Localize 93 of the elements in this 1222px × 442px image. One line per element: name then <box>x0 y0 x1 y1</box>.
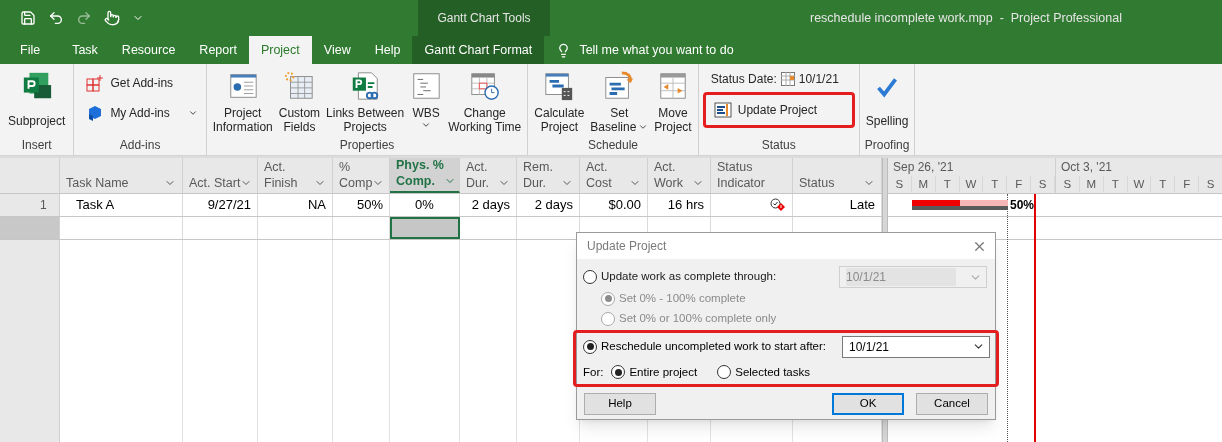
day-label: S <box>1199 176 1222 192</box>
scope-radio[interactable] <box>717 365 732 380</box>
row-number[interactable]: 1 <box>0 194 60 216</box>
day-label: S <box>1056 176 1080 192</box>
option-label: Set 0% - 100% complete <box>619 291 746 306</box>
ribbon-tab[interactable]: Project <box>248 36 312 64</box>
week-label: Oct 3, '21 <box>1060 159 1113 176</box>
day-label: T <box>935 176 960 192</box>
day-label: S <box>1031 176 1055 192</box>
ribbon-tab[interactable]: Gantt Chart Format <box>412 36 545 64</box>
scope-radio[interactable] <box>611 365 626 380</box>
ribbon-button[interactable]: Move Project <box>652 70 694 134</box>
day-label: T <box>1151 176 1176 192</box>
ribbon-button[interactable]: WBS <box>408 70 445 130</box>
date-dropdown[interactable]: 10/1/21 <box>842 335 990 358</box>
calendar-icon <box>780 72 795 86</box>
ribbon-button[interactable]: Change Working Time <box>446 70 524 134</box>
tell-me-field[interactable]: Tell me what you want to do <box>579 40 734 60</box>
group-label: Properties <box>338 137 396 154</box>
ribbon-button[interactable]: Update Project <box>702 92 855 128</box>
table-cell: 9/27/21 <box>183 194 258 216</box>
ribbon-button[interactable]: My Add-ins <box>82 100 202 126</box>
contextual-tab-group-label: Gantt Chart Tools <box>437 10 531 27</box>
day-label: M <box>1079 176 1104 192</box>
undo-icon[interactable] <box>48 10 64 26</box>
dialog-title: Update Project <box>587 238 667 255</box>
ribbon-tab[interactable]: View <box>311 36 363 64</box>
ribbon-button[interactable]: Subproject <box>6 70 68 128</box>
day-label: F <box>1007 176 1032 192</box>
active-cell[interactable] <box>390 217 460 239</box>
table-cell: $0.00 <box>580 194 648 216</box>
option-label: Set 0% or 100% complete only <box>619 311 777 327</box>
table-cell: 50% <box>333 194 390 216</box>
ribbon-button[interactable]: Project Information <box>210 70 275 134</box>
for-label: For: <box>583 364 604 380</box>
table-cell: 16 hrs <box>648 194 711 216</box>
day-label: W <box>959 176 984 192</box>
group-label: Proofing <box>863 137 911 154</box>
day-label: T <box>983 176 1008 192</box>
ribbon-button[interactable]: Spelling <box>863 70 911 128</box>
ribbon-tab[interactable]: Report <box>187 36 249 64</box>
ribbon-button[interactable]: Links Between Projects <box>324 70 407 134</box>
progress-label: 50% <box>1010 197 1035 214</box>
ribbon-tab[interactable]: Help <box>362 36 413 64</box>
table-cell: NA <box>258 194 333 216</box>
table-cell: Task A <box>60 194 183 216</box>
ribbon-tab[interactable]: Resource <box>109 36 188 64</box>
column-header[interactable]: Rem. Dur. <box>517 158 580 193</box>
option-label: Entire project <box>629 364 698 380</box>
reschedule-radio[interactable] <box>583 339 597 354</box>
table-cell: 2 days <box>460 194 517 216</box>
table-sparkle-icon <box>283 70 316 102</box>
touch-mode-icon[interactable] <box>104 10 120 26</box>
column-header[interactable]: Act. Finish <box>258 158 333 193</box>
group-label: Schedule <box>587 137 640 154</box>
dialog-button[interactable]: Help <box>584 392 656 415</box>
table-cell: 2 days <box>517 194 580 216</box>
day-label: F <box>1175 176 1200 192</box>
day-label: W <box>1127 176 1152 192</box>
option-label: Update work as complete through: <box>601 269 777 285</box>
add-ins-icon <box>86 74 105 92</box>
ribbon-button[interactable]: Set Baseline <box>588 70 651 134</box>
save-icon[interactable] <box>20 10 36 26</box>
column-header[interactable]: Act. Start <box>183 158 258 193</box>
column-header[interactable]: Act. Cost <box>580 158 648 193</box>
column-header[interactable]: Task Name <box>60 158 183 193</box>
dialog-button[interactable]: Cancel <box>916 392 988 415</box>
dialog-button[interactable]: OK <box>832 392 904 415</box>
status-date-value[interactable]: 10/1/21 <box>798 70 839 88</box>
ribbon-tab[interactable]: Task <box>60 36 110 64</box>
day-label: M <box>911 176 936 192</box>
ribbon-button[interactable]: Calculate Project <box>532 70 587 134</box>
outline-icon <box>410 70 443 102</box>
option-label: Reschedule uncompleted work to start after: <box>601 338 826 354</box>
window-title: reschedule incomplete work.mpp - Project Professional <box>810 9 1122 27</box>
ribbon-button[interactable]: Get Add-ins <box>82 70 202 96</box>
table-cell: 0% <box>390 194 460 216</box>
group-label: Add-ins <box>118 137 162 154</box>
day-label: S <box>888 176 912 192</box>
calendar-clock-icon <box>468 70 501 102</box>
column-header[interactable]: Act. Dur. <box>460 158 517 193</box>
column-header[interactable]: Status Indicator <box>711 158 793 193</box>
option-label: Selected tasks <box>735 364 810 380</box>
group-label: Insert <box>20 137 53 154</box>
group-label: Status <box>760 137 797 154</box>
day-label: T <box>1103 176 1128 192</box>
column-header[interactable]: Phys. % Comp. <box>390 158 460 193</box>
ribbon-tab[interactable]: File <box>0 36 61 64</box>
column-header[interactable]: Act. Work <box>648 158 711 193</box>
week-label: Sep 26, '21 <box>892 159 955 176</box>
update-gantt-icon <box>713 101 732 119</box>
ribbon-button[interactable]: Custom Fields <box>276 70 323 134</box>
status-date-label: Status Date: <box>710 71 777 88</box>
